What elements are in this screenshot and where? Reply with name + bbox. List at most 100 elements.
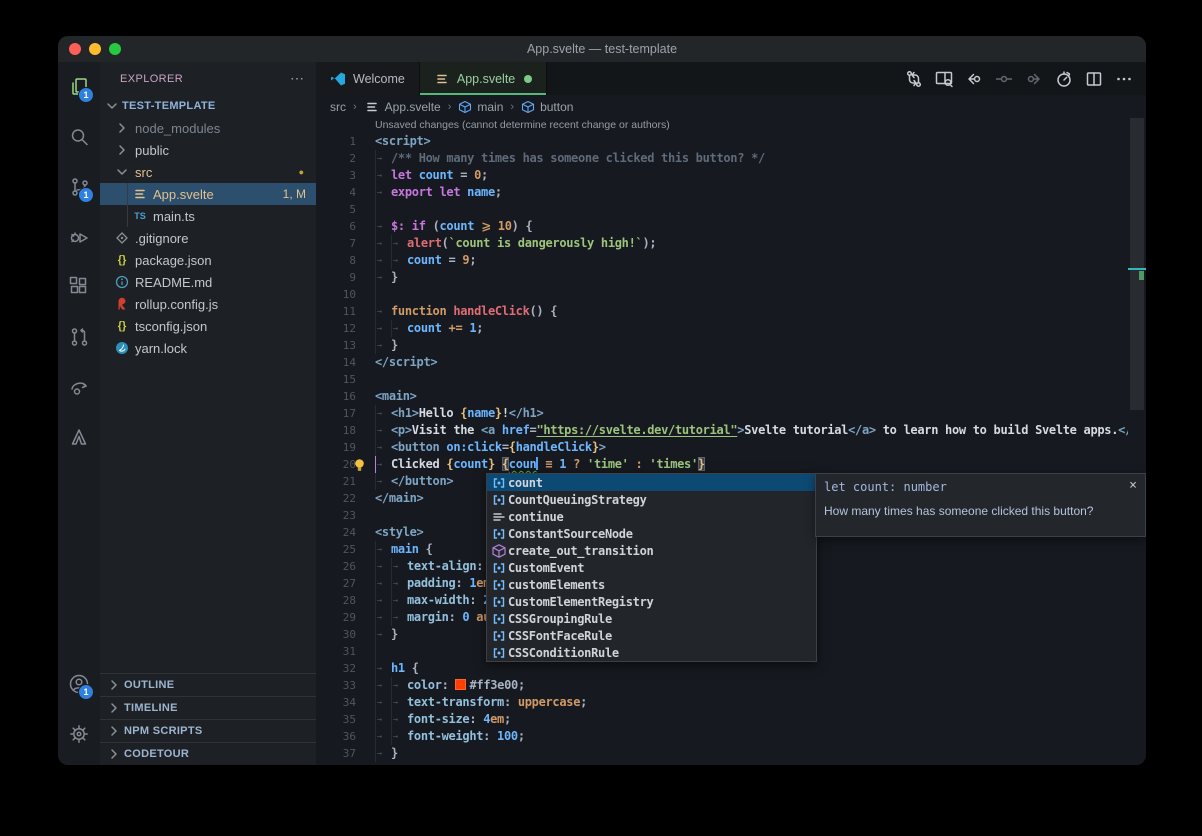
unsaved-dot [524, 75, 532, 83]
activity-explorer-icon[interactable]: 1 [58, 62, 100, 112]
line-number: 26 [316, 558, 356, 575]
code-line-18: 18<p>Visit the <a href="https://svelte.d… [316, 422, 1146, 439]
sidebar-spacer [100, 359, 316, 673]
indent-guide [391, 728, 407, 745]
tree-item-yarn-lock[interactable]: yarn.lock [100, 337, 316, 359]
code-editor[interactable]: Unsaved changes (cannot determine recent… [316, 118, 1146, 765]
tree-item-src[interactable]: src● [100, 161, 316, 183]
open-preview-icon[interactable] [932, 67, 956, 91]
close-icon[interactable]: × [1129, 478, 1137, 493]
sidebar-section-label: CODETOUR [124, 748, 189, 760]
suggest-item-cssconditionrule[interactable]: CSSConditionRule [487, 644, 816, 661]
symbol-variable-icon [490, 628, 508, 644]
activity-github-pr-icon[interactable] [58, 312, 100, 362]
line-content: color: #ff3e00; [375, 677, 525, 694]
activity-source-control-icon[interactable]: 1 [58, 162, 100, 212]
run-timer-icon[interactable] [1052, 67, 1076, 91]
maximize-window-button[interactable] [109, 43, 121, 55]
indent-guide [375, 405, 391, 422]
scrollbar-thumb[interactable] [1130, 118, 1144, 410]
suggest-item-label: continue [508, 510, 563, 524]
minimize-window-button[interactable] [89, 43, 101, 55]
sidebar-section-codetour[interactable]: CODETOUR [100, 742, 316, 765]
activity-run-debug-icon[interactable] [58, 212, 100, 262]
tree-item-package-json[interactable]: {}package.json [100, 249, 316, 271]
compare-changes-icon[interactable] [902, 67, 926, 91]
suggest-item-count[interactable]: count [487, 474, 816, 491]
breadcrumb-item-app-svelte[interactable]: App.svelte [364, 99, 441, 115]
tab-app-svelte[interactable]: App.svelte [420, 62, 547, 95]
tree-item-public[interactable]: public [100, 139, 316, 161]
tree-item-label: node_modules [135, 121, 220, 136]
tree-item-app-svelte[interactable]: App.svelte1, M [100, 183, 316, 205]
tree-item-node-modules[interactable]: node_modules [100, 117, 316, 139]
activity-live-share-icon[interactable] [58, 362, 100, 412]
indent-guide [391, 558, 407, 575]
line-content: count += 1; [375, 320, 483, 337]
suggest-item-create_out_transition[interactable]: create_out_transition [487, 542, 816, 559]
sidebar-section-outline[interactable]: OUTLINE [100, 673, 316, 696]
indent-guide [375, 677, 391, 694]
line-content: <style> [375, 524, 423, 541]
indent-guide [375, 286, 391, 303]
suggest-item-customevent[interactable]: CustomEvent [487, 559, 816, 576]
suggest-item-constantsourcenode[interactable]: ConstantSourceNode [487, 525, 816, 542]
breadcrumb-label: src [330, 100, 346, 114]
workspace-root-row[interactable]: TEST-TEMPLATE [100, 95, 316, 117]
code-line-7: 7alert(`count is dangerously high!`); [316, 235, 1146, 252]
line-number: 1 [316, 133, 356, 150]
svelte-file-icon [434, 71, 450, 87]
breadcrumb-item-src[interactable]: src [330, 100, 346, 114]
symbol-keyword-icon [490, 509, 508, 525]
explorer-sidebar: EXPLORER ⋯ TEST-TEMPLATE node_modulespub… [100, 62, 316, 765]
suggest-item-cssgroupingrule[interactable]: CSSGroupingRule [487, 610, 816, 627]
indent-guide [375, 167, 391, 184]
activity-settings-gear-icon[interactable] [58, 709, 100, 759]
activity-search-icon[interactable] [58, 112, 100, 162]
more-actions-icon[interactable] [1112, 67, 1136, 91]
tree-item-readme-md[interactable]: README.md [100, 271, 316, 293]
tree-item--gitignore[interactable]: .gitignore [100, 227, 316, 249]
suggest-item-customelements[interactable]: customElements [487, 576, 816, 593]
tree-item-label: App.svelte [153, 187, 214, 202]
tab-welcome[interactable]: Welcome [316, 62, 420, 95]
line-number: 28 [316, 592, 356, 609]
suggest-item-cssfontfacerule[interactable]: CSSFontFaceRule [487, 627, 816, 644]
suggest-item-continue[interactable]: continue [487, 508, 816, 525]
activity-account-icon[interactable]: 1 [58, 659, 100, 709]
line-content: function handleClick() { [375, 303, 557, 320]
tree-item-tsconfig-json[interactable]: {}tsconfig.json [100, 315, 316, 337]
line-content: h1 { [375, 660, 419, 677]
sidebar-section-timeline[interactable]: TIMELINE [100, 696, 316, 719]
suggest-item-countqueuingstrategy[interactable]: CountQueuingStrategy [487, 491, 816, 508]
nav-back-icon[interactable] [962, 67, 986, 91]
activity-badge: 1 [78, 187, 94, 203]
code-line-1: 1<script> [316, 133, 1146, 150]
chevron-down-icon [104, 98, 120, 114]
sidebar-more-icon[interactable]: ⋯ [290, 70, 304, 87]
line-number: 4 [316, 184, 356, 201]
split-editor-icon[interactable] [1082, 67, 1106, 91]
suggest-item-customelementregistry[interactable]: CustomElementRegistry [487, 593, 816, 610]
line-content: let count = 0; [375, 167, 488, 184]
line-number: 33 [316, 677, 356, 694]
code-line-4: 4export let name; [316, 184, 1146, 201]
nav-forward-icon[interactable] [1022, 67, 1046, 91]
sidebar-section-npm-scripts[interactable]: NPM SCRIPTS [100, 719, 316, 742]
breadcrumb-item-button[interactable]: button [521, 100, 573, 114]
line-number: 15 [316, 371, 356, 388]
color-swatch [455, 679, 466, 690]
indent-guide [375, 201, 391, 218]
tree-item-main-ts[interactable]: TSmain.ts [100, 205, 316, 227]
activity-extensions-icon[interactable] [58, 262, 100, 312]
line-number: 31 [316, 643, 356, 660]
tree-item-rollup-config-js[interactable]: rollup.config.js [100, 293, 316, 315]
line-content: text-transform: uppercase; [375, 694, 587, 711]
tree-item-label: .gitignore [135, 231, 188, 246]
breadcrumb-item-main[interactable]: main [458, 100, 503, 114]
vscode-logo-icon [330, 71, 346, 87]
indent-guide [375, 473, 391, 490]
activity-azure-icon[interactable] [58, 412, 100, 462]
close-window-button[interactable] [69, 43, 81, 55]
nav-circle-icon[interactable] [992, 67, 1016, 91]
